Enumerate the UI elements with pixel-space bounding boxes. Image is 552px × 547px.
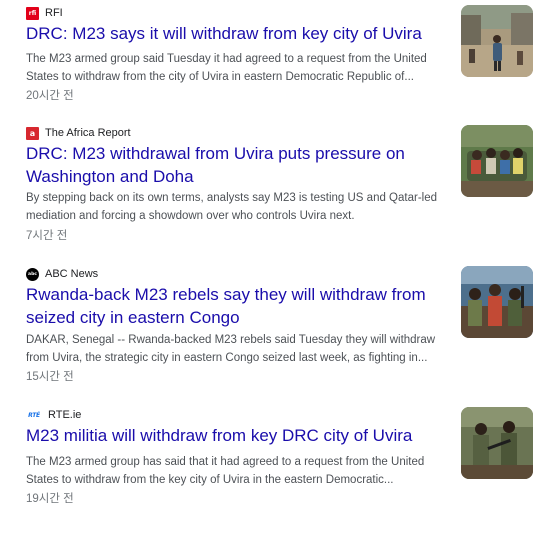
article-thumbnail[interactable]	[461, 125, 533, 197]
rfi-logo-icon: rfi	[26, 6, 39, 20]
news-article: abc ABC News Rwanda-back M23 rebels say …	[0, 266, 552, 406]
article-headline-link[interactable]: Rwanda-back M23 rebels say they will wit…	[26, 283, 446, 329]
rte-logo-icon: RTÉ	[28, 411, 40, 419]
article-snippet: The M23 armed group has said that it had…	[26, 456, 425, 486]
source-row: abc ABC News	[26, 266, 98, 282]
source-name: The Africa Report	[45, 127, 131, 139]
abc-news-logo-icon: abc	[26, 267, 39, 281]
article-snippet: By stepping back on its own terms, analy…	[26, 192, 437, 222]
crowd-vehicle-thumbnail-image	[461, 125, 533, 197]
article-time: 20시간 전	[26, 90, 74, 102]
article-headline-link[interactable]: DRC: M23 says it will withdraw from key …	[26, 22, 446, 45]
news-article: RTÉ RTE.ie M23 militia will withdraw fro…	[0, 407, 552, 547]
source-name: RTE.ie	[48, 409, 82, 421]
africa-report-logo-icon: a	[26, 126, 39, 140]
source-name: RFI	[45, 7, 63, 19]
article-thumbnail[interactable]	[461, 407, 533, 479]
article-snippet: The M23 armed group said Tuesday it had …	[26, 53, 427, 83]
soldiers-crowd-thumbnail-image	[461, 266, 533, 338]
article-thumbnail[interactable]	[461, 266, 533, 338]
news-article: a The Africa Report DRC: M23 withdrawal …	[0, 125, 552, 265]
article-headline-link[interactable]: M23 militia will withdraw from key DRC c…	[26, 424, 446, 447]
source-row: rfi RFI	[26, 5, 63, 21]
source-row: a The Africa Report	[26, 125, 131, 141]
source-row: RTÉ RTE.ie	[26, 407, 81, 423]
article-headline-link[interactable]: DRC: M23 withdrawal from Uvira puts pres…	[26, 142, 446, 188]
street-scene-thumbnail-image	[461, 5, 533, 77]
article-thumbnail[interactable]	[461, 5, 533, 77]
source-name: ABC News	[45, 268, 99, 280]
article-snippet: DAKAR, Senegal -- Rwanda-backed M23 rebe…	[26, 334, 436, 364]
news-article: rfi RFI DRC: M23 says it will withdraw f…	[0, 5, 552, 145]
article-time: 7시간 전	[26, 230, 68, 242]
article-time: 15시간 전	[26, 371, 74, 383]
armed-soldiers-thumbnail-image	[461, 407, 533, 479]
article-time: 19시간 전	[26, 493, 74, 505]
